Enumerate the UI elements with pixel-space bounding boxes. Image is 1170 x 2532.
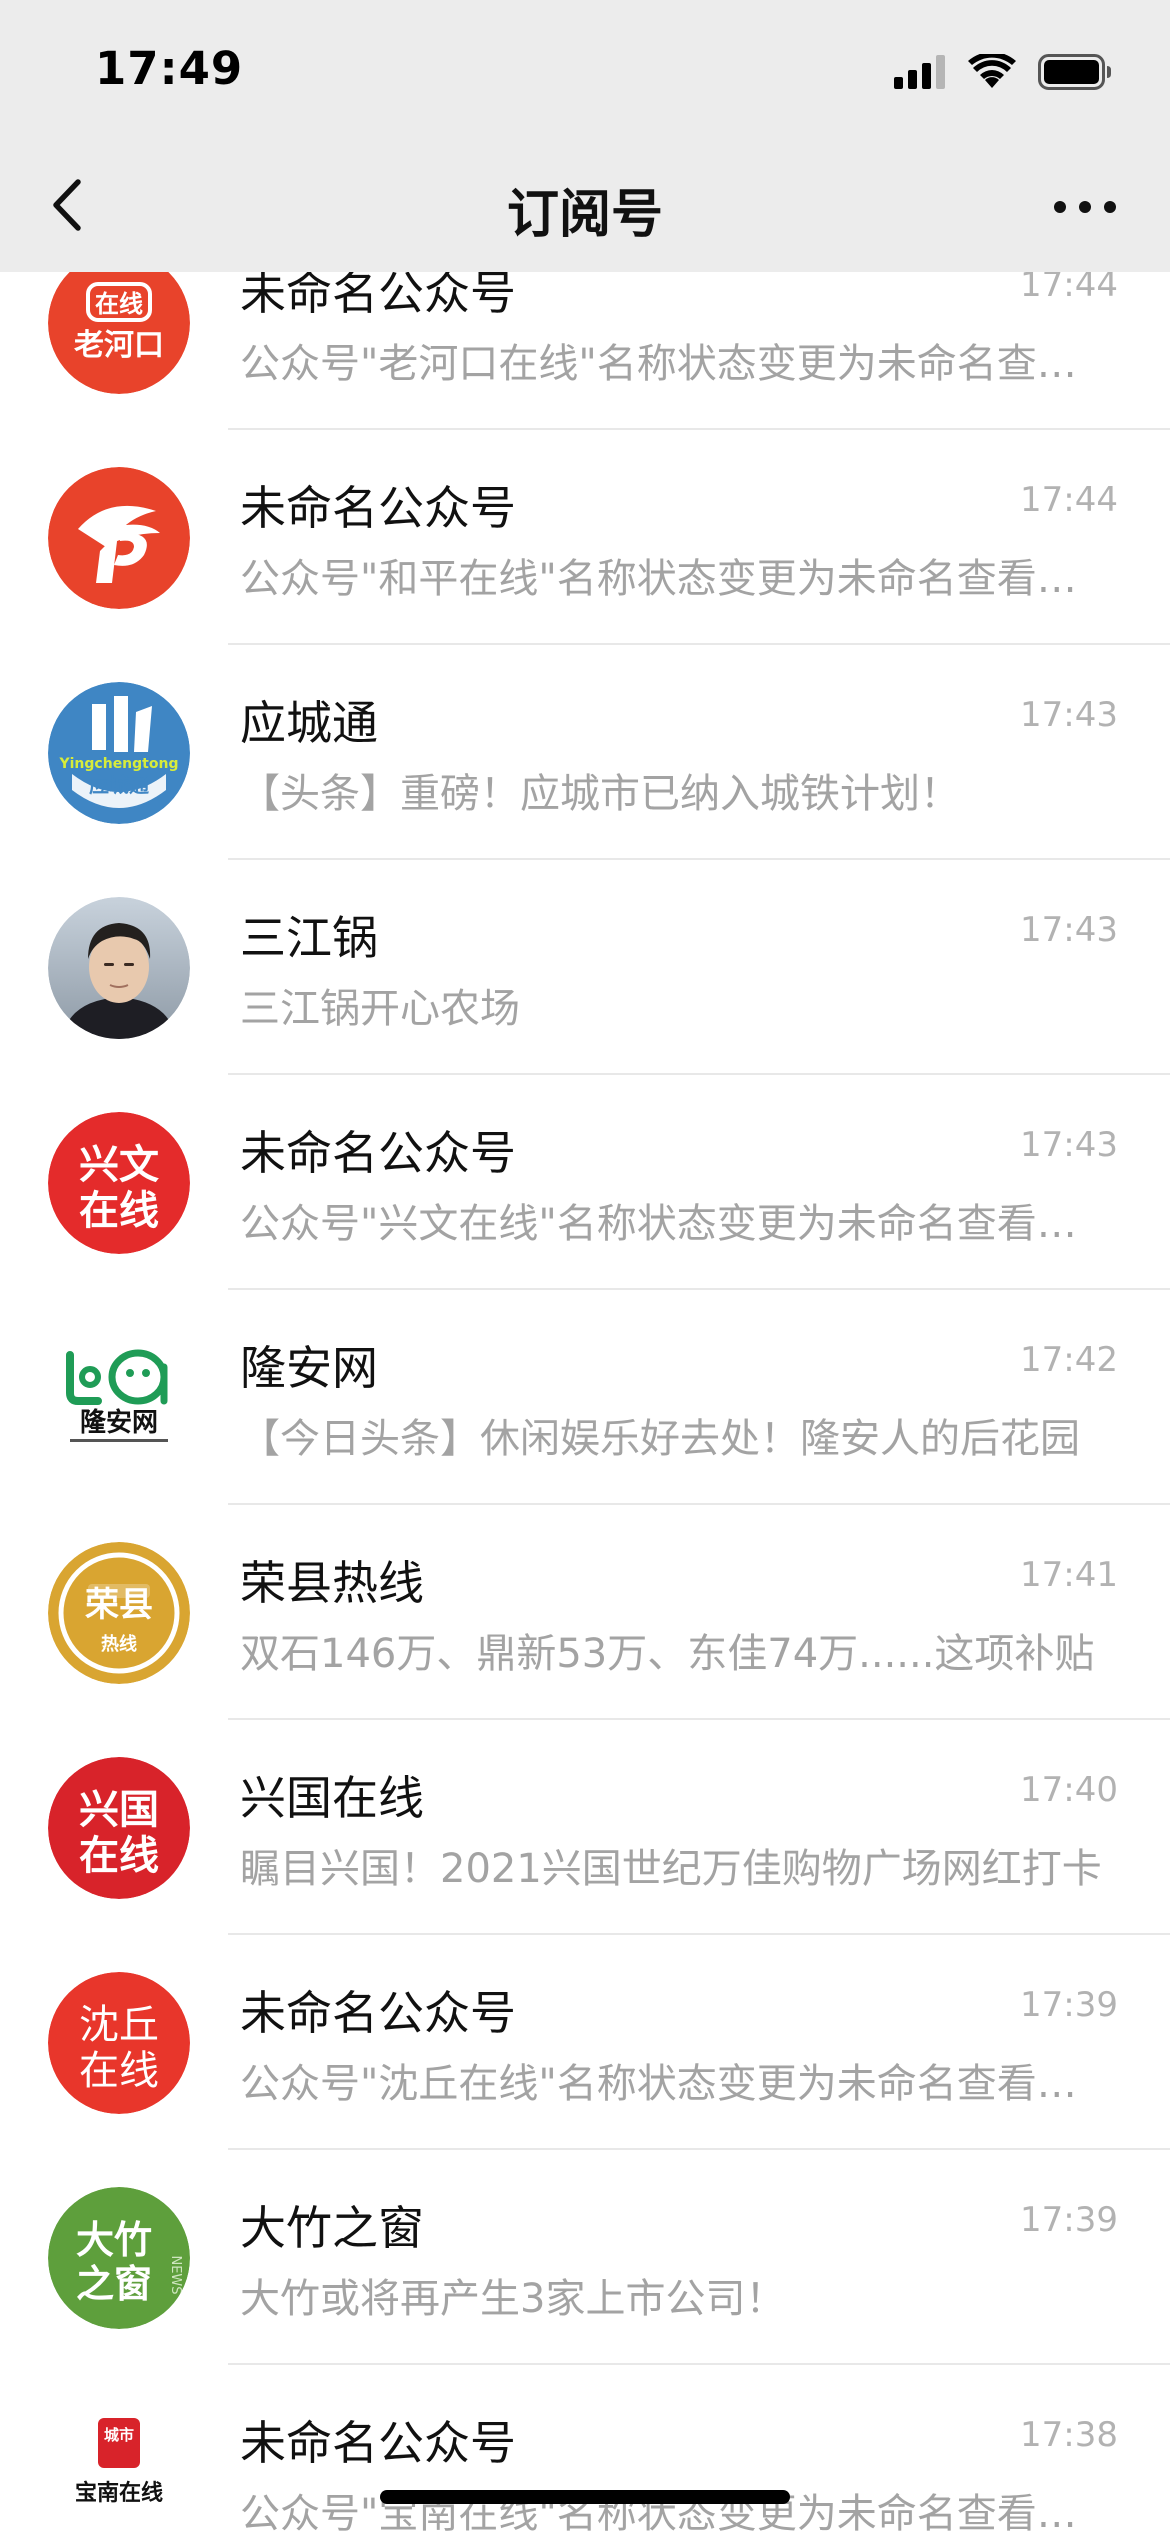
list-item[interactable]: 兴国 在线 兴国在线 17:40 瞩目兴国！2021兴国世纪万佳购物广场网红打卡 [0, 1720, 1170, 1935]
status-time: 17:49 [95, 42, 244, 95]
avatar-text: 荣县 [85, 1585, 153, 1625]
avatar-text: 在线 [79, 2048, 159, 2094]
message-preview: 双石146万、鼎新53万、东佳74万......这项补贴 [240, 1631, 1095, 1677]
account-name: 应城通 [240, 696, 378, 750]
message-time: 17:43 [1020, 695, 1118, 735]
list-item[interactable]: 未命名公众号 17:44 公众号"和平在线"名称状态变更为未命名查看详情 [0, 430, 1170, 645]
list-item[interactable]: 兴文 在线 未命名公众号 17:43 公众号"兴文在线"名称状态变更为未命名查看… [0, 1075, 1170, 1290]
message-time: 17:43 [1020, 910, 1118, 950]
message-preview: 公众号"和平在线"名称状态变更为未命名查看详情 [240, 556, 1112, 602]
avatar[interactable] [48, 897, 190, 1039]
avatar-text: 隆安网 [80, 1408, 158, 1438]
message-time: 17:41 [1020, 1555, 1118, 1595]
account-name: 未命名公众号 [240, 1126, 516, 1180]
page-title: 订阅号 [506, 185, 663, 245]
avatar-text: 之窗 [76, 2262, 152, 2306]
message-preview: 公众号"宝南在线"名称状态变更为未命名查看详情 [240, 2491, 1112, 2532]
avatar-text: NEWS [168, 2255, 183, 2294]
message-time: 17:44 [1020, 272, 1118, 305]
avatar[interactable]: 荣县 热线 [48, 1542, 190, 1684]
message-preview: 瞩目兴国！2021兴国世纪万佳购物广场网红打卡 [240, 1846, 1102, 1892]
message-time: 17:40 [1020, 1770, 1118, 1810]
message-time: 17:38 [1020, 2415, 1118, 2455]
avatar[interactable]: 隆安网 [48, 1327, 190, 1469]
avatar-text: 大竹 [76, 2218, 152, 2262]
list-item[interactable]: 隆安网 隆安网 17:42 【今日头条】休闲娱乐好去处！隆安人的后花园 [0, 1290, 1170, 1505]
message-time: 17:39 [1020, 1985, 1118, 2025]
account-name: 荣县热线 [240, 1556, 424, 1610]
account-name: 未命名公众号 [240, 272, 516, 320]
cellular-signal-icon [894, 55, 945, 89]
avatar-text: 热线 [101, 1633, 137, 1655]
avatar-text: 在线 [79, 1832, 159, 1879]
message-preview: 大竹或将再产生3家上市公司！ [240, 2276, 786, 2322]
header: 17:49 订阅号 [0, 0, 1170, 272]
message-preview: 三江锅开心农场 [240, 986, 520, 1032]
avatar-text: 宝南在线 [75, 2480, 163, 2506]
avatar-text: Yingchengtong [59, 756, 179, 772]
avatar[interactable]: 兴文 在线 [48, 1112, 190, 1254]
home-indicator[interactable] [380, 2490, 790, 2504]
list-item[interactable]: 沈丘 在线 未命名公众号 17:39 公众号"沈丘在线"名称状态变更为未命名查看… [0, 1935, 1170, 2150]
avatar-text: 在线 [79, 1187, 159, 1234]
avatar-text: 兴文 [79, 1141, 159, 1188]
account-name: 三江锅 [240, 911, 378, 965]
avatar-text: 应城通 [89, 773, 149, 797]
wifi-icon [968, 54, 1016, 88]
list-item[interactable]: Yingchengtong 应城通 应城通 17:43 【头条】重磅！应城市已纳… [0, 645, 1170, 860]
message-time: 17:42 [1020, 1340, 1118, 1380]
message-preview: 公众号"兴文在线"名称状态变更为未命名查看详情 [240, 1201, 1112, 1247]
message-time: 17:44 [1020, 480, 1118, 520]
account-name: 兴国在线 [240, 1771, 424, 1825]
avatar[interactable]: 在线 老河口 [48, 272, 190, 394]
list-item[interactable]: 荣县 热线 荣县热线 17:41 双石146万、鼎新53万、东佳74万.....… [0, 1505, 1170, 1720]
account-name: 隆安网 [240, 1341, 378, 1395]
message-preview: 公众号"沈丘在线"名称状态变更为未命名查看详情 [240, 2061, 1112, 2107]
message-preview: 公众号"老河口在线"名称状态变更为未命名查看详情 [240, 341, 1112, 387]
avatar[interactable]: 兴国 在线 [48, 1757, 190, 1899]
battery-icon [1038, 54, 1111, 90]
message-preview: 【头条】重磅！应城市已纳入城铁计划！ [240, 771, 960, 817]
list-item[interactable]: 城市 宝南在线 未命名公众号 17:38 公众号"宝南在线"名称状态变更为未命名… [0, 2365, 1170, 2532]
avatar[interactable]: Yingchengtong 应城通 [48, 682, 190, 824]
message-time: 17:43 [1020, 1125, 1118, 1165]
message-time: 17:39 [1020, 2200, 1118, 2240]
avatar-text: 城市 [104, 2426, 134, 2444]
avatar[interactable]: 城市 宝南在线 [48, 2402, 190, 2532]
list-item[interactable]: 三江锅 17:43 三江锅开心农场 [0, 860, 1170, 1075]
avatar-text: 兴国 [79, 1786, 159, 1833]
avatar-text: 在线 [95, 290, 143, 318]
list-item[interactable]: 在线 老河口 未命名公众号 17:44 公众号"老河口在线"名称状态变更为未命名… [0, 272, 1170, 430]
person-photo-icon [48, 897, 190, 1039]
avatar-text: 老河口 [74, 328, 164, 363]
avatar-text: 沈丘 [79, 2002, 159, 2048]
account-name: 未命名公众号 [240, 2416, 516, 2470]
avatar[interactable]: 沈丘 在线 [48, 1972, 190, 2114]
p-logo-icon [48, 467, 190, 609]
account-name: 大竹之窗 [240, 2201, 424, 2255]
status-icons [894, 52, 1112, 92]
list-item[interactable]: 大竹 之窗 NEWS 大竹之窗 17:39 大竹或将再产生3家上市公司！ [0, 2150, 1170, 2365]
avatar[interactable]: 大竹 之窗 NEWS [48, 2187, 190, 2329]
message-preview: 【今日头条】休闲娱乐好去处！隆安人的后花园 [240, 1416, 1080, 1462]
account-name: 未命名公众号 [240, 1986, 516, 2040]
more-button[interactable] [1050, 195, 1120, 219]
account-name: 未命名公众号 [240, 481, 516, 535]
avatar[interactable] [48, 467, 190, 609]
subscription-list[interactable]: 在线 老河口 未命名公众号 17:44 公众号"老河口在线"名称状态变更为未命名… [0, 272, 1170, 2532]
